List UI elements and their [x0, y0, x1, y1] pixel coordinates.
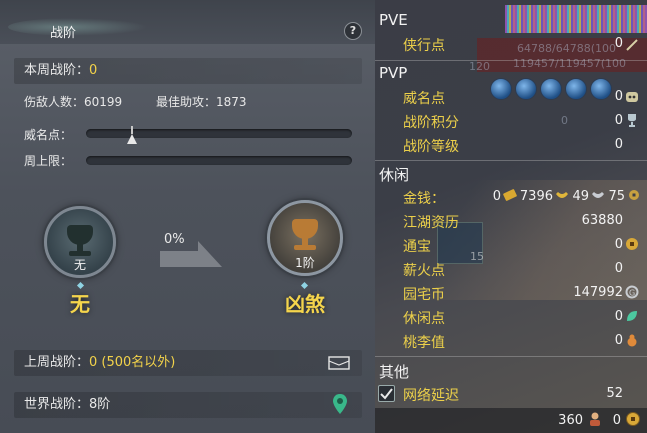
- weekly-rank-row: 本周战阶：0: [14, 58, 362, 84]
- panel-title: 战阶: [50, 26, 77, 41]
- money-ingots-value: 7396: [519, 189, 553, 204]
- weekly-cap-label: 周上限：: [24, 154, 73, 168]
- war-rank-score-value: 0: [614, 113, 623, 128]
- panel-header: 战阶 ?: [0, 0, 375, 44]
- last-week-label: 上周战阶：: [24, 355, 90, 370]
- war-rank-score-label: 战阶积分: [403, 115, 459, 131]
- weekly-rank-value: 0: [89, 63, 98, 78]
- currency-panel: 64788/64788(100 119457/119457(100 120 0 …: [375, 0, 647, 433]
- background-buff-strip: [505, 5, 647, 33]
- cup-icon: [292, 219, 318, 239]
- prestige-marker-icon[interactable]: [127, 134, 137, 144]
- gourd-icon: [627, 334, 637, 347]
- war-rank-level-value: 0: [614, 137, 623, 152]
- footer-count-b: 0: [612, 413, 621, 428]
- last-week-rank-row: 上周战阶：0 (500名以外): [14, 350, 362, 376]
- silver-ingot-icon: [592, 192, 604, 198]
- garden-coin-value: 147992: [573, 285, 623, 300]
- svg-text:G: G: [629, 289, 635, 298]
- world-rank-value: 8阶: [89, 397, 111, 412]
- skill-orb-icon: [515, 78, 537, 100]
- tongbao-coin-icon: [626, 238, 638, 250]
- money-silver-value: 49: [572, 189, 589, 204]
- cup-icon: [67, 225, 93, 245]
- tongbao-label: 通宝: [403, 239, 431, 255]
- sword-icon: [626, 39, 638, 51]
- checkmark-icon: [380, 388, 393, 400]
- xiaxing-points-label: 侠行点: [403, 38, 445, 54]
- prestige-points-label: 威名点: [403, 91, 445, 107]
- copper-coin-icon: [629, 190, 639, 200]
- world-rank-label: 世界战阶：: [24, 397, 90, 412]
- best-assist-value: 1873: [216, 95, 247, 109]
- money-copper-value: 75: [608, 189, 625, 204]
- character-icon: [590, 412, 600, 426]
- gold-ingot-icon: [556, 192, 568, 198]
- footer-count-a: 360: [558, 413, 583, 428]
- next-rank-medal[interactable]: 1阶: [267, 200, 343, 276]
- current-medal-rank: 无: [73, 258, 86, 272]
- weekly-cap-progress-bar: [86, 156, 352, 165]
- taoli-value-value: 0: [614, 333, 623, 348]
- next-medal-rank: 1阶: [295, 256, 315, 270]
- next-medal-name: 凶煞: [285, 292, 325, 316]
- background-level-text: 120: [469, 60, 490, 73]
- last-week-value: 0 (500名以外): [89, 355, 176, 370]
- best-assist-stat: 最佳助攻：1873: [156, 93, 247, 110]
- money-gold-value: 0: [492, 189, 501, 204]
- help-button[interactable]: ?: [344, 22, 362, 40]
- xiaxing-points-value: 0: [614, 36, 623, 51]
- background-slot-count: 15: [470, 250, 484, 263]
- xinhuo-points-label: 薪火点: [403, 263, 445, 279]
- world-rank-row: 世界战阶：8阶: [14, 392, 362, 418]
- current-medal-name: 无: [70, 292, 90, 316]
- jianghu-seniority-value: 63880: [581, 213, 623, 228]
- leisure-points-value: 0: [614, 309, 623, 324]
- trophy-icon: [628, 114, 636, 127]
- best-assist-label: 最佳助攻：: [156, 95, 217, 109]
- current-rank-medal[interactable]: 无: [44, 206, 116, 278]
- progress-arrow-icon: [160, 241, 222, 267]
- skill-orb-icon: [540, 78, 562, 100]
- prestige-marker-line: [131, 126, 133, 134]
- section-pvp: PVP: [379, 64, 408, 82]
- war-rank-panel: 战阶 ? 本周战阶：0 伤敌人数：60199 最佳助攻：1873 威名点： 周上…: [0, 0, 375, 433]
- xinhuo-points-value: 0: [614, 261, 623, 276]
- wounded-label: 伤敌人数：: [24, 95, 85, 109]
- mail-icon[interactable]: [328, 356, 350, 370]
- money-label: 金钱：: [403, 191, 445, 207]
- section-pve: PVE: [379, 11, 408, 29]
- prestige-points-value: 0: [614, 89, 623, 104]
- header-swoosh-decoration: [8, 18, 148, 36]
- network-latency-label: 网络延迟: [403, 388, 459, 404]
- section-leisure: 休闲: [379, 166, 410, 184]
- wounded-stat: 伤敌人数：60199: [24, 93, 122, 110]
- gold-bar-icon: [503, 189, 517, 201]
- network-latency-checkbox[interactable]: [378, 385, 395, 402]
- war-rank-level-label: 战阶等级: [403, 139, 459, 155]
- garden-coin-icon: G: [625, 285, 639, 299]
- coin-icon: [626, 412, 640, 426]
- leaf-icon: [627, 311, 637, 321]
- taoli-value-label: 桃李值: [403, 335, 445, 351]
- location-pin-icon[interactable]: [333, 394, 347, 414]
- prestige-label: 威名点：: [24, 128, 73, 142]
- network-latency-value: 52: [606, 386, 623, 401]
- background-zero-text: 0: [561, 114, 568, 127]
- weekly-rank-label: 本周战阶：: [24, 63, 90, 78]
- tongbao-value: 0: [614, 237, 623, 252]
- prestige-progress-bar: [86, 129, 352, 138]
- section-other: 其他: [379, 363, 410, 381]
- garden-coin-label: 园宅币: [403, 287, 445, 303]
- skill-orb-icon: [490, 78, 512, 100]
- jianghu-seniority-label: 江湖资历: [403, 215, 459, 231]
- mask-icon: [626, 92, 638, 102]
- background-mp-text: 119457/119457(100: [513, 57, 626, 70]
- leisure-points-label: 休闲点: [403, 311, 445, 327]
- wounded-value: 60199: [84, 95, 123, 109]
